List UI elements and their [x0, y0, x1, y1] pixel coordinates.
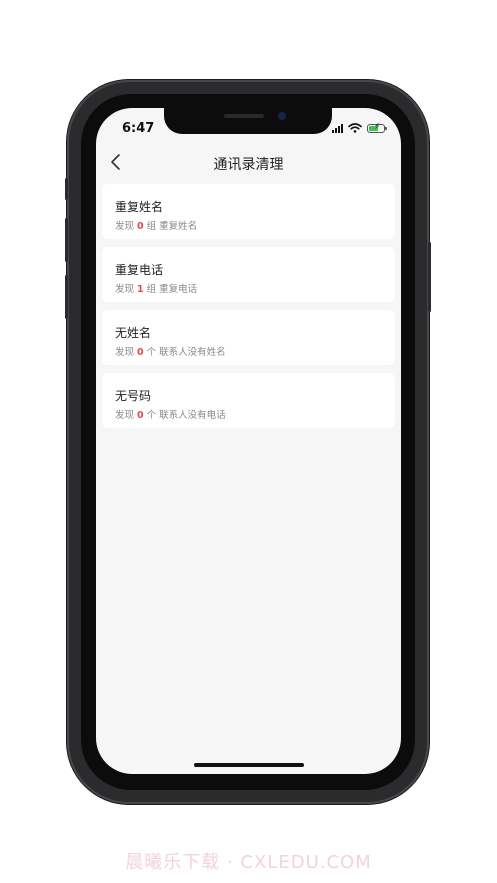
item-count: 0 — [137, 410, 144, 421]
phone-screen: 6:47 ⚡ 通讯录清理 重复姓名 发现 0 组 重复姓名 重复电话 发现 1 组 重复… — [96, 108, 401, 774]
item-description: 发现 0 组 重复姓名 — [115, 221, 198, 232]
item-no-name[interactable]: 无姓名 发现 0 个 联系人没有姓名 — [102, 310, 395, 365]
status-time: 6:47 — [122, 121, 155, 136]
item-description: 发现 0 个 联系人没有姓名 — [115, 347, 226, 358]
item-title: 重复姓名 — [115, 200, 164, 214]
item-duplicate-phones[interactable]: 重复电话 发现 1 组 重复电话 — [102, 247, 395, 302]
side-button-power — [428, 242, 431, 312]
watermark-text: 晨曦乐下载 · CXLEDU.COM — [125, 852, 372, 873]
side-button-volume-up — [65, 218, 68, 262]
item-count: 0 — [137, 221, 144, 232]
item-duplicate-names[interactable]: 重复姓名 发现 0 组 重复姓名 — [102, 184, 395, 239]
item-description: 发现 1 组 重复电话 — [115, 284, 198, 295]
wifi-icon — [348, 123, 362, 133]
page-title: 通讯录清理 — [213, 157, 284, 173]
side-button-volume-down — [65, 275, 68, 319]
item-count: 0 — [137, 347, 144, 358]
home-indicator[interactable] — [194, 763, 304, 767]
status-icons: ⚡ — [332, 122, 387, 133]
speaker-grille — [224, 114, 264, 118]
battery-charging-icon: ⚡ — [367, 122, 387, 133]
navigation-bar: 通讯录清理 — [96, 148, 401, 178]
camera-icon — [278, 112, 286, 120]
item-title: 无姓名 — [115, 326, 152, 340]
item-title: 无号码 — [115, 389, 152, 403]
item-no-number[interactable]: 无号码 发现 0 个 联系人没有电话 — [102, 373, 395, 428]
item-description: 发现 0 个 联系人没有电话 — [115, 410, 226, 421]
item-count: 1 — [137, 284, 144, 295]
side-button-mute — [65, 178, 68, 200]
cellular-signal-icon — [332, 123, 343, 133]
item-title: 重复电话 — [115, 263, 164, 277]
notch — [164, 108, 332, 134]
